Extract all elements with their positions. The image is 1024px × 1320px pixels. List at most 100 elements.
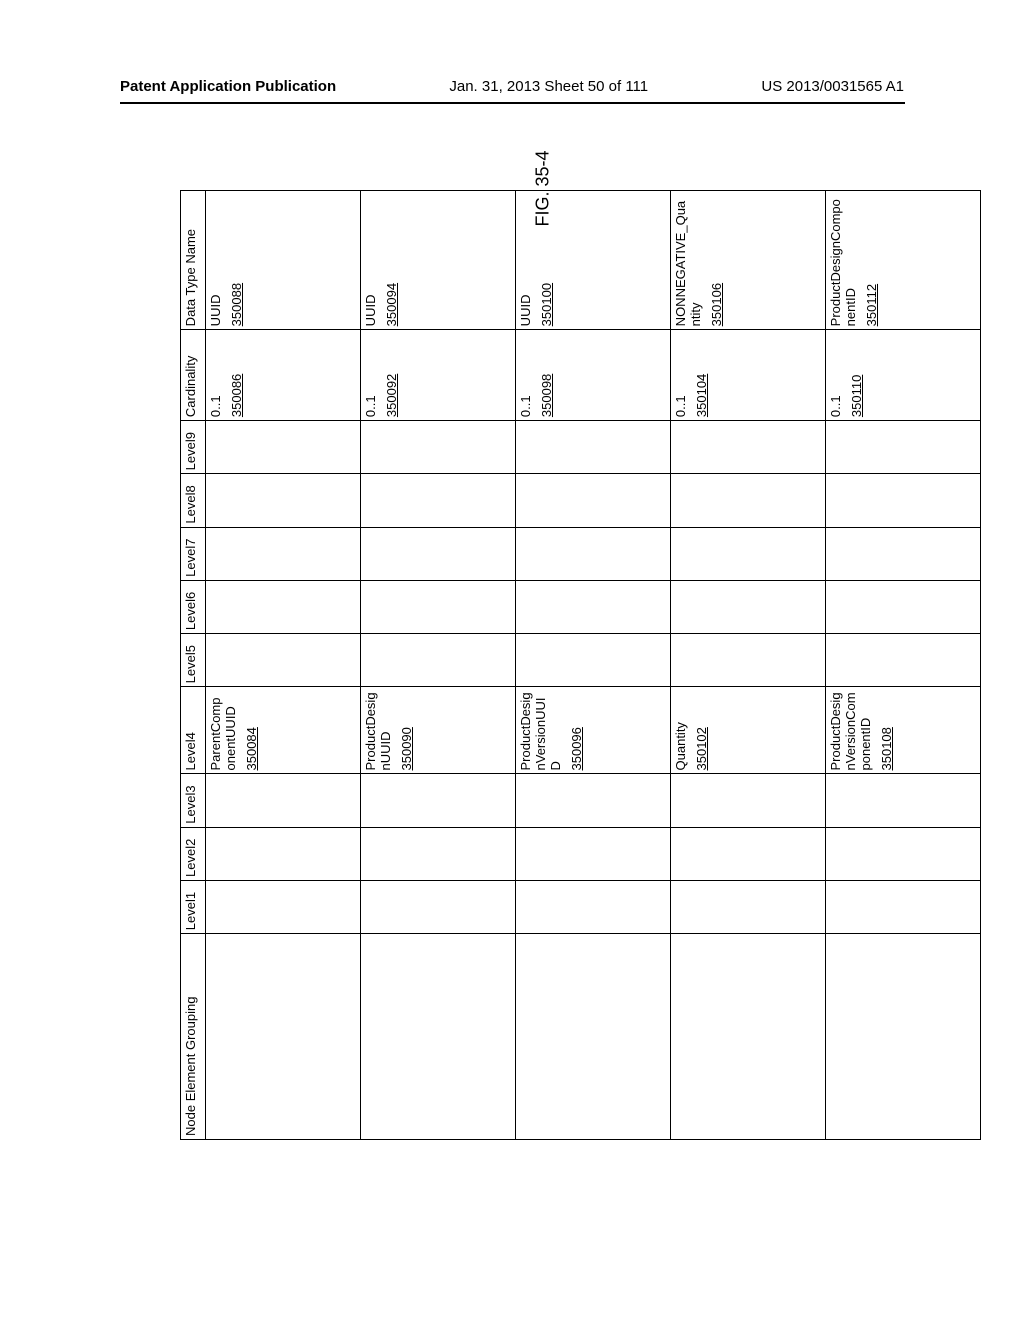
cardinality-ref: 350092 — [384, 374, 399, 417]
cell-level1 — [206, 880, 361, 933]
cell-node-element-grouping — [671, 934, 826, 1140]
header-left: Patent Application Publication — [120, 78, 336, 95]
cell-level2 — [826, 827, 981, 880]
cell-cardinality: 0..1 350104 — [671, 330, 826, 421]
cell-data-type-name: UUID 350088 — [206, 191, 361, 330]
level4-text: Quantity — [673, 722, 688, 770]
cardinality-ref: 350110 — [849, 375, 864, 417]
col-level2: Level2 — [181, 827, 206, 880]
dtn-text: NONNEGATIVE_Quantity — [673, 201, 703, 326]
cell-level2 — [516, 827, 671, 880]
cell-level6 — [516, 580, 671, 633]
cardinality-ref: 350104 — [694, 374, 709, 417]
cell-level8 — [206, 474, 361, 527]
dtn-text: UUID — [518, 295, 533, 327]
cell-data-type-name: NONNEGATIVE_Quantity 350106 — [671, 191, 826, 330]
table-container: Node Element Grouping Level1 Level2 Leve… — [180, 190, 981, 1140]
cell-level2 — [671, 827, 826, 880]
cell-level5 — [671, 634, 826, 687]
cell-level3 — [206, 774, 361, 827]
cell-level7 — [516, 527, 671, 580]
cardinality-ref: 350098 — [539, 374, 554, 417]
cell-level3 — [826, 774, 981, 827]
cardinality-text: 0..1 — [208, 395, 223, 417]
cell-node-element-grouping — [826, 934, 981, 1140]
level4-text: ProductDesignVersionUUID — [518, 692, 563, 770]
dtn-ref: 350088 — [229, 283, 244, 326]
dtn-ref: 350100 — [539, 283, 554, 326]
cell-node-element-grouping — [206, 934, 361, 1140]
level4-text: ProductDesignUUID — [363, 692, 393, 770]
table-row: Quantity350102 0..1 350104 NONNEGATIVE_Quan… — [671, 191, 826, 1140]
col-level1: Level1 — [181, 880, 206, 933]
col-data-type-name: Data Type Name — [181, 191, 206, 330]
dtn-ref: 350112 — [864, 284, 879, 326]
col-level9: Level9 — [181, 421, 206, 474]
cell-level9 — [826, 421, 981, 474]
level4-ref: 350096 — [569, 727, 584, 770]
cardinality-text: 0..1 — [363, 395, 378, 417]
cell-level5 — [826, 634, 981, 687]
cell-level9 — [206, 421, 361, 474]
level4-ref: 350090 — [399, 727, 414, 770]
dtn-text: UUID — [363, 295, 378, 327]
cell-level5 — [206, 634, 361, 687]
cell-level9 — [516, 421, 671, 474]
cell-level8 — [361, 474, 516, 527]
cell-level6 — [206, 580, 361, 633]
level4-text: ProductDesignVersionComponentID — [828, 692, 873, 770]
cell-node-element-grouping — [516, 934, 671, 1140]
cell-level2 — [361, 827, 516, 880]
cell-node-element-grouping — [361, 934, 516, 1140]
level4-ref: 350108 — [879, 727, 894, 770]
cell-level8 — [516, 474, 671, 527]
cell-level9 — [671, 421, 826, 474]
cell-level8 — [826, 474, 981, 527]
cell-cardinality: 0..1 350086 — [206, 330, 361, 421]
cardinality-ref: 350086 — [229, 374, 244, 417]
cell-level4: ProductDesignUUID 350090 — [361, 687, 516, 774]
page-header: Patent Application Publication Jan. 31, … — [0, 78, 1024, 95]
cell-cardinality: 0..1 350110 — [826, 330, 981, 421]
cell-level2 — [206, 827, 361, 880]
cell-level5 — [361, 634, 516, 687]
dtn-text: ProductDesignComponentID — [828, 199, 858, 326]
cell-cardinality: 0..1 350092 — [361, 330, 516, 421]
cell-level3 — [671, 774, 826, 827]
cell-level7 — [206, 527, 361, 580]
cell-level6 — [826, 580, 981, 633]
cell-level6 — [671, 580, 826, 633]
cardinality-text: 0..1 — [673, 395, 688, 417]
cell-level3 — [516, 774, 671, 827]
col-level5: Level5 — [181, 634, 206, 687]
level4-ref: 350084 — [244, 727, 259, 770]
cell-level7 — [826, 527, 981, 580]
col-level8: Level8 — [181, 474, 206, 527]
cell-data-type-name: ProductDesignComponentID 350112 — [826, 191, 981, 330]
cardinality-text: 0..1 — [518, 395, 533, 417]
table-row: ProductDesignVersionUUID 350096 0..1 350098… — [516, 191, 671, 1140]
cell-level4: ProductDesignVersionUUID 350096 — [516, 687, 671, 774]
cell-level4: ProductDesignVersionComponentID 350108 — [826, 687, 981, 774]
cell-level7 — [671, 527, 826, 580]
cell-data-type-name: UUID 350100 — [516, 191, 671, 330]
table-row: ProductDesignUUID 350090 0..1 350092 UUID 350… — [361, 191, 516, 1140]
level4-text: ParentComponentUUID — [208, 698, 238, 771]
cell-level1 — [361, 880, 516, 933]
table-row: ParentComponentUUID 350084 0..1 350086 UUID 3… — [206, 191, 361, 1140]
cell-level4: Quantity350102 — [671, 687, 826, 774]
table-header-row: Node Element Grouping Level1 Level2 Leve… — [181, 191, 206, 1140]
col-level3: Level3 — [181, 774, 206, 827]
col-level4: Level4 — [181, 687, 206, 774]
cell-level1 — [671, 880, 826, 933]
cell-level1 — [516, 880, 671, 933]
cell-level7 — [361, 527, 516, 580]
cell-level4: ParentComponentUUID 350084 — [206, 687, 361, 774]
cell-level1 — [826, 880, 981, 933]
cardinality-text: 0..1 — [828, 395, 843, 417]
header-mid: Jan. 31, 2013 Sheet 50 of 111 — [449, 78, 648, 95]
dtn-ref: 350106 — [709, 283, 724, 326]
dtn-text: UUID — [208, 295, 223, 327]
header-rule — [120, 102, 905, 104]
col-level6: Level6 — [181, 580, 206, 633]
